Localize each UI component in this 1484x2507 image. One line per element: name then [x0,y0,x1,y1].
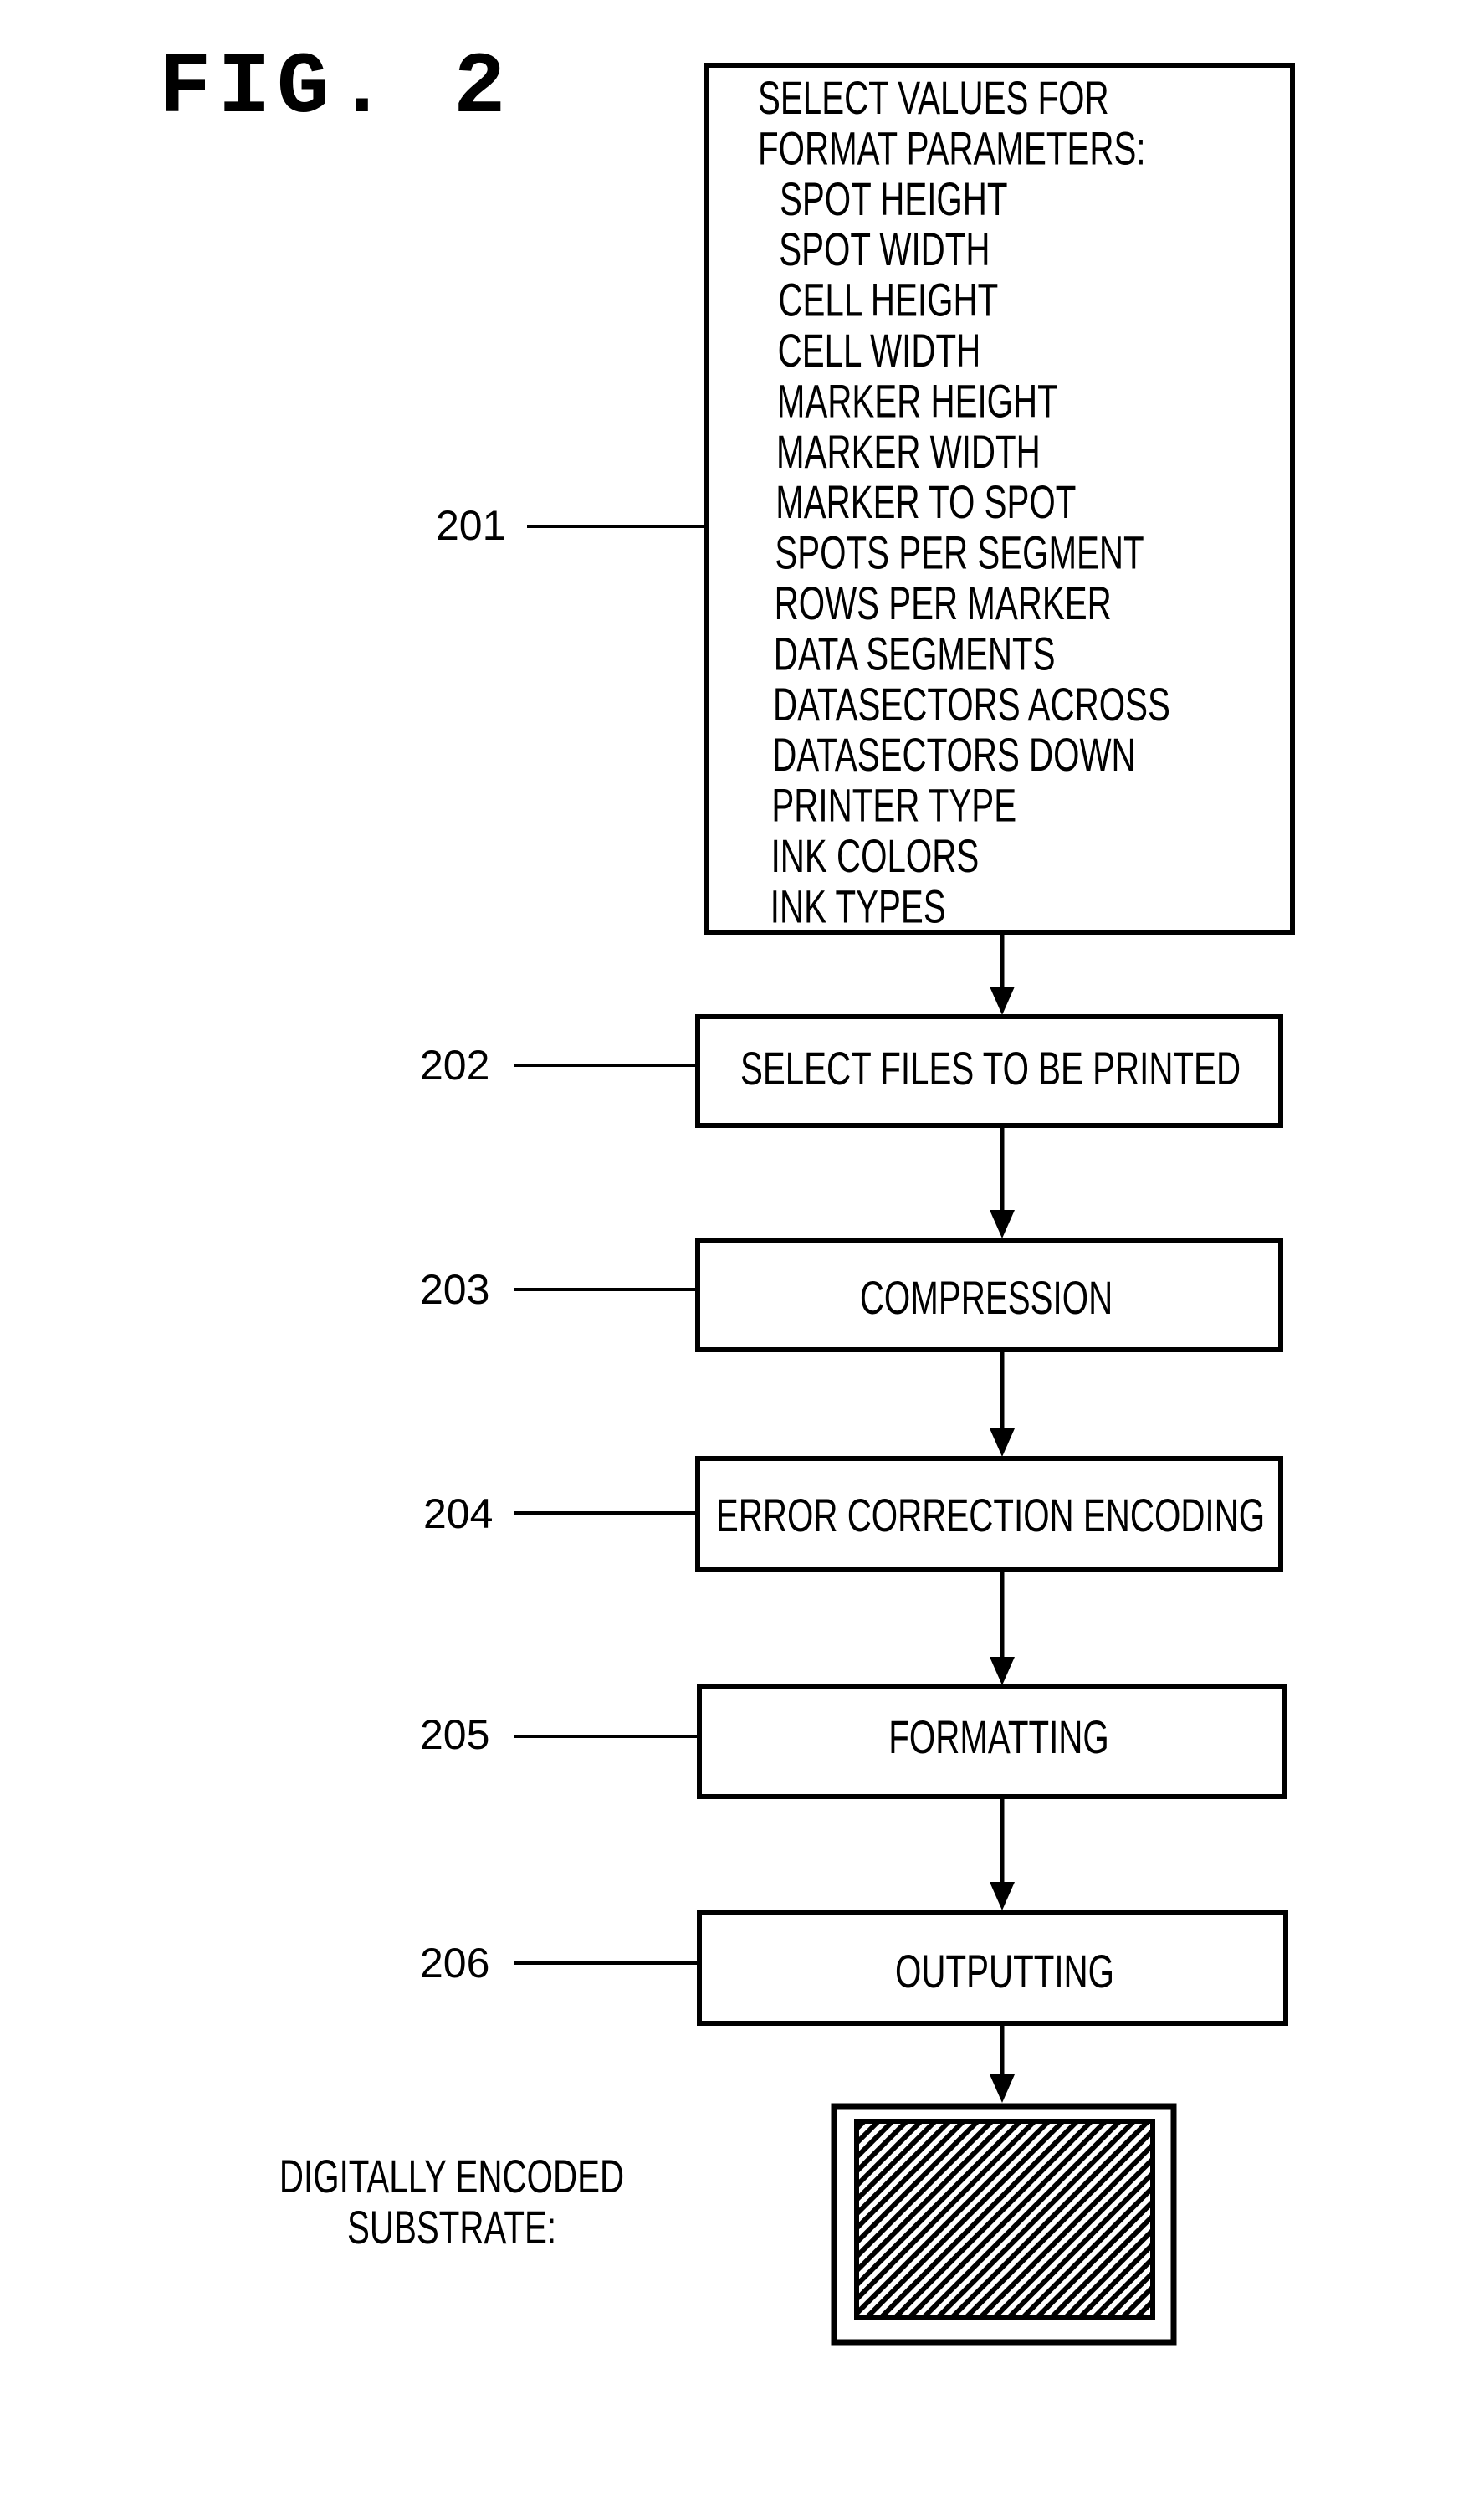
arrowhead-icon [990,1657,1015,1685]
parameter-item: INK COLORS [771,831,980,883]
ref-label-203: 203 [420,1266,489,1313]
step-label-205: FORMATTING [888,1712,1108,1764]
arrow-204-205 [990,1571,1015,1685]
parameter-item: ROWS PER MARKER [775,578,1112,630]
arrow-203-204 [990,1351,1015,1457]
step-label-202: SELECT FILES TO BE PRINTED [740,1043,1241,1095]
step-204: 204 ERROR CORRECTION ENCODING [423,1456,1283,1572]
substrate-caption-line-1: DIGITALLY ENCODED [279,2151,624,2203]
ref-label-202: 202 [420,1042,489,1089]
parameter-item: MARKER TO SPOT [775,477,1076,529]
step-label-204-text: ERROR CORRECTION ENCODING [716,1490,1265,1542]
step-label-206: OUTPUTTING [895,1946,1114,1998]
arrow-201-202 [990,934,1015,1015]
step-203: 203 COMPRESSION [420,1238,1283,1352]
parameter-item: SPOTS PER SEGMENT [775,527,1144,579]
substrate-caption-line-2: SUBSTRATE: [347,2202,556,2254]
parameter-item: SPOT WIDTH [779,224,990,276]
ref-label-201: 201 [436,502,505,549]
step-label-203: COMPRESSION [860,1273,1113,1325]
ref-label-206: 206 [420,1940,489,1987]
parameter-item: MARKER WIDTH [776,426,1041,478]
step-label-203-text: COMPRESSION [860,1273,1113,1325]
parameter-item: MARKER HEIGHT [777,376,1058,428]
arrowhead-icon [990,1882,1015,1910]
parameter-item: DATA SEGMENTS [774,628,1056,680]
parameter-item: SPOT HEIGHT [780,173,1008,225]
parameter-item: INK TYPES [770,881,946,933]
step-label-204: ERROR CORRECTION ENCODING [716,1490,1265,1542]
substrate-caption-line-1-text: DIGITALLY ENCODED [279,2151,624,2203]
arrow-206-substrate [990,2025,1015,2103]
step-201: 201 SELECT VALUES FORFORMAT PARAMETERS:S… [436,63,1295,935]
parameter-item: DATASECTORS ACROSS [773,679,1170,731]
arrowhead-icon [990,987,1015,1015]
step-label-202-text: SELECT FILES TO BE PRINTED [740,1043,1241,1095]
parameter-item: PRINTER TYPE [771,780,1016,832]
parameters-heading-line: SELECT VALUES FOR [758,73,1109,125]
arrowhead-icon [990,1428,1015,1457]
substrate-caption-line-2-text: SUBSTRATE: [347,2202,556,2254]
step-label-205-text: FORMATTING [888,1712,1108,1764]
parameter-item: DATASECTORS DOWN [772,730,1135,782]
arrowhead-icon [990,2074,1015,2103]
arrow-202-203 [990,1127,1015,1238]
substrate-hatched-area [854,2119,1155,2320]
digitally-encoded-substrate [831,2103,1177,2346]
patent-figure: FIG. 2 201 SELECT VALUES FORFORMAT PARAM… [159,39,1295,2346]
parameter-item: CELL HEIGHT [778,274,998,326]
parameter-item: CELL WIDTH [778,326,981,377]
ref-label-205: 205 [420,1711,489,1758]
parameters-heading-line: FORMAT PARAMETERS: [758,123,1146,175]
step-206: 206 OUTPUTTING [420,1910,1288,2026]
arrowhead-icon [990,1210,1015,1238]
step-label-206-text: OUTPUTTING [895,1946,1114,1998]
ref-label-204: 204 [423,1490,493,1537]
arrow-205-206 [990,1798,1015,1910]
figure-title: FIG. 2 [159,39,512,138]
step-202: 202 SELECT FILES TO BE PRINTED [420,1014,1283,1128]
step-205: 205 FORMATTING [420,1684,1287,1799]
